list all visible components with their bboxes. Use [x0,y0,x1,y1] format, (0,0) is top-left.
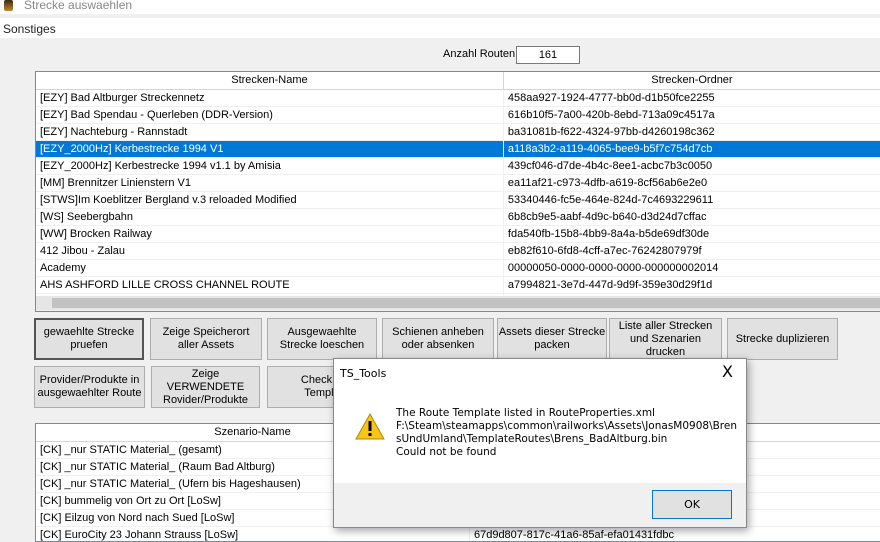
warning-icon [355,413,385,440]
cell: 412 Jibou - Zalau [36,243,504,259]
cell: [EZY_2000Hz] Kerbestrecke 1994 v1.1 by A… [36,158,504,174]
ok-button[interactable]: OK [652,490,732,519]
list-header: Strecken-Name Strecken-Ordner [36,72,880,90]
app-icon [4,0,13,11]
check-route-button[interactable]: gewaehlte Strecke pruefen [34,318,144,360]
route-count-label: Anzahl Routen [443,48,516,60]
cell: [WW] Brocken Railway [36,226,504,242]
cell: 53340446-fc5e-464e-824d-7c4693229611 [504,192,880,208]
cell: [EZY] Nachteburg - Rannstadt [36,124,504,140]
cell: [EZY_2000Hz] Kerbestrecke 1994 V1 [36,141,504,157]
cell: 458aa927-1924-4777-bb0d-d1b50fce2255 [504,90,880,106]
cell: 00000050-0000-0000-0000-000000002014 [504,260,880,276]
message-path: F:\Steam\steamapps\common\railworks\Asse… [396,420,738,445]
column-header[interactable]: Strecken-Name [36,72,504,89]
raise-lower-rails-button[interactable]: Schienen anheben oder absenken [382,318,494,360]
list-row[interactable]: [WS] Seebergbahn 6b8cb9e5-aabf-4d9c-b640-… [36,209,880,226]
providers-in-route-button[interactable]: Provider/Produkte in ausgewaehlter Route [34,366,145,408]
routes-list[interactable]: Strecken-Name Strecken-Ordner [EZY] Bad Al… [35,71,880,312]
print-list-button[interactable]: Liste aller Strecken und Szenarien druck… [609,318,722,360]
pack-assets-button[interactable]: Assets dieser Strecke packen [497,318,607,360]
cell: [WS] Seebergbahn [36,209,504,225]
dialog-title: TS_Tools [340,367,387,380]
cell: [STWS]Im Koeblitzer Bergland v.3 reloade… [36,192,504,208]
cell: 616b10f5-7a00-420b-8ebd-713a09c4517a [504,107,880,123]
list-row[interactable]: [EZY_2000Hz] Kerbestrecke 1994 V1 a118a3b… [36,141,880,158]
list-row[interactable]: [STWS]Im Koeblitzer Bergland v.3 reloade… [36,192,880,209]
cell: [EZY] Bad Altburger Streckennetz [36,90,504,106]
delete-route-button[interactable]: Ausgewaehlte Strecke loeschen [267,318,377,360]
column-header[interactable]: Strecken-Ordner [504,72,880,89]
list-row[interactable]: Academy 00000050-0000-0000-0000-000000002… [36,260,880,277]
scrollbar-thumb[interactable] [52,298,880,308]
menu-sonstiges[interactable]: Sonstiges [3,22,56,36]
message-line: Could not be found [396,446,497,458]
cell: ba31081b-f622-4324-97bb-d4260198c362 [504,124,880,140]
cell: 439cf046-d7de-4b4c-8ee1-acbc7b3c0050 [504,158,880,174]
cell: 6b8cb9e5-aabf-4d9c-b640-d3d24d7cffac [504,209,880,225]
message-line: The Route Template listed in RouteProper… [396,407,655,419]
list-row[interactable]: 412 Jibou - Zalau eb82f610-6fd8-4cff-a7ec… [36,243,880,260]
error-dialog: TS_Tools X The Route Template listed in … [333,358,747,528]
list-row[interactable]: AHS ASHFORD LILLE CROSS CHANNEL ROUTE a79… [36,277,880,294]
list-row[interactable]: [MM] Brennitzer Linienstern V1 ea11af21-c… [36,175,880,192]
window-title: Strecke auswaehlen [24,0,133,12]
duplicate-route-button[interactable]: Strecke duplizieren [727,318,838,360]
cell: fda540fb-15b8-4bb9-8a4a-b5de69df30de [504,226,880,242]
cell: eb82f610-6fd8-4cff-a7ec-76242807979f [504,243,880,259]
list-row[interactable]: [EZY_2000Hz] Kerbestrecke 1994 v1.1 by A… [36,158,880,175]
cell: [EZY] Bad Spendau - Querleben (DDR-Versi… [36,107,504,123]
route-count-field[interactable]: 161 [516,46,580,64]
list-row[interactable]: [WW] Brocken Railway fda540fb-15b8-4bb9-8… [36,226,880,243]
cell: [MM] Brennitzer Linienstern V1 [36,175,504,191]
list-row[interactable]: [EZY] Bad Altburger Streckennetz 458aa927… [36,90,880,107]
show-asset-locations-button[interactable]: Zeige Speicherort aller Assets [150,318,262,360]
cell: ea11af21-c973-4dfb-a619-8cf56ab6e2e0 [504,175,880,191]
cell: a7994821-3e7d-447d-9d9f-359e30d29f1d [504,277,880,293]
show-used-providers-button[interactable]: Zeige VERWENDETE Rovider/Produkte [151,366,260,408]
dialog-message: The Route Template listed in RouteProper… [396,407,741,459]
cell: Academy [36,260,504,276]
close-icon[interactable]: X [722,362,733,381]
cell: a118a3b2-a119-4065-bee9-b5f7c754d7cb [504,141,880,157]
menu-bar [0,18,880,38]
list-row[interactable]: [EZY] Bad Spendau - Querleben (DDR-Versi… [36,107,880,124]
cell: AHS ASHFORD LILLE CROSS CHANNEL ROUTE [36,277,504,293]
list-row[interactable]: [EZY] Nachteburg - Rannstadt ba31081b-f62… [36,124,880,141]
